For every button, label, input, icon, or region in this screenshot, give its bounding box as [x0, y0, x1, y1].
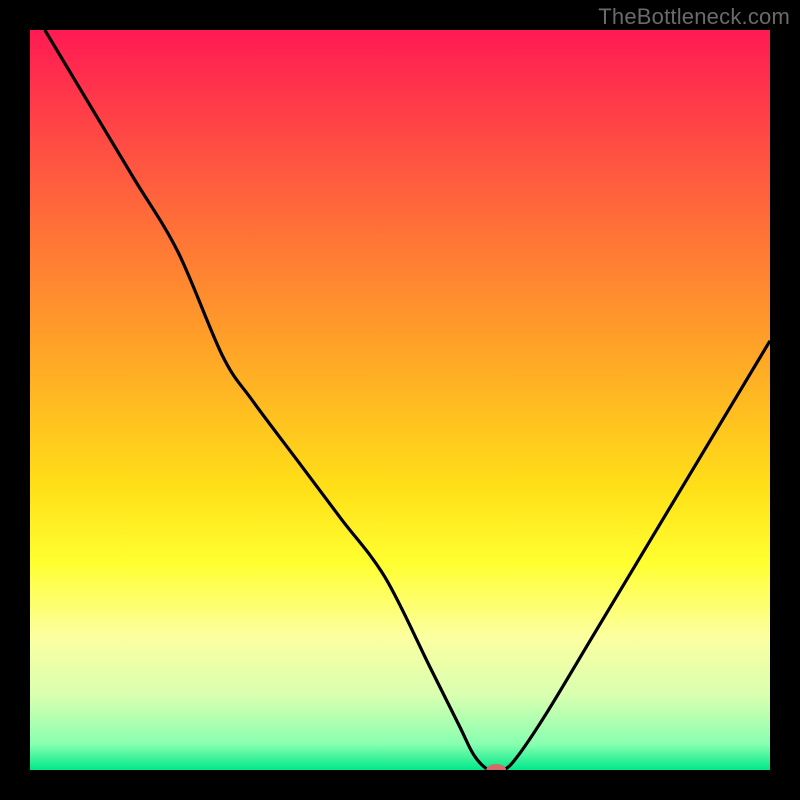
plot-background — [30, 30, 770, 770]
watermark-text: TheBottleneck.com — [598, 4, 790, 30]
frame-right — [770, 0, 800, 800]
frame-bottom — [0, 770, 800, 800]
bottleneck-chart — [0, 0, 800, 800]
chart-container: TheBottleneck.com — [0, 0, 800, 800]
frame-left — [0, 0, 30, 800]
